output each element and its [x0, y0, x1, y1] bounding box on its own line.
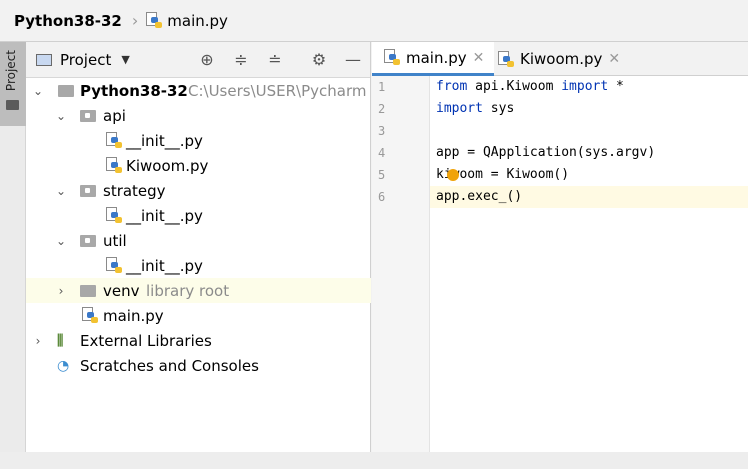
editor: main.py ✕ Kiwoom.py ✕ 1 2 3 4 5 6 from a… — [372, 42, 748, 469]
line-number: 5 — [378, 168, 386, 182]
project-view-icon — [36, 53, 52, 66]
bottom-tool-strip — [0, 452, 748, 469]
tree-item-label: External Libraries — [80, 331, 212, 350]
project-view-selector[interactable]: Project — [60, 51, 111, 69]
tree-item-label: main.py — [103, 306, 164, 325]
tree-item-strategy[interactable]: ⌄ strategy — [26, 178, 371, 203]
tree-item-label: venv — [103, 281, 140, 300]
package-icon — [80, 110, 96, 122]
line-number: 4 — [378, 146, 386, 160]
library-root-note: library root — [146, 281, 230, 300]
chevron-down-icon[interactable]: ⌄ — [32, 84, 44, 98]
breadcrumb-file[interactable]: main.py — [146, 12, 228, 30]
tool-window-strip: Project — [0, 42, 26, 469]
python-file-icon — [146, 12, 163, 29]
chevron-down-icon[interactable]: ⌄ — [55, 184, 67, 198]
code-line-4: app = QApplication(sys.argv) — [436, 145, 656, 160]
tree-item-api-kiwoom[interactable]: Kiwoom.py — [26, 153, 371, 178]
tree-item-label: strategy — [103, 181, 166, 200]
tree-item-venv[interactable]: › venv library root — [26, 278, 371, 303]
tree-item-root[interactable]: ⌄ Python38-32 C:\Users\USER\Pycharm — [26, 78, 371, 103]
project-tool-label: Project — [4, 50, 18, 92]
python-file-icon — [82, 307, 98, 324]
chevron-right-icon[interactable]: › — [32, 334, 44, 348]
folder-icon — [58, 85, 74, 97]
tree-item-api-init[interactable]: __init__.py — [26, 128, 371, 153]
code-line-1: from api.Kiwoom import * — [436, 76, 624, 98]
line-number: 1 — [378, 80, 386, 94]
breadcrumb-project[interactable]: Python38-32 — [14, 12, 122, 30]
code-line-2: import sys — [436, 98, 514, 120]
line-number-gutter: 1 2 3 4 5 6 — [372, 76, 430, 469]
tree-item-main[interactable]: main.py — [26, 303, 371, 328]
chevron-down-icon[interactable]: ⌄ — [55, 109, 67, 123]
python-file-icon — [106, 207, 122, 224]
chevron-right-icon: › — [131, 11, 139, 30]
keyword: import — [436, 101, 483, 116]
library-icon: ⫼ — [57, 332, 64, 349]
code-token: * — [608, 79, 624, 94]
gear-icon[interactable]: ⚙ — [309, 50, 329, 70]
tree-item-scratches[interactable]: ◔ Scratches and Consoles — [26, 353, 371, 378]
tree-item-label: Kiwoom.py — [126, 156, 209, 175]
keyword: from — [436, 79, 468, 94]
tab-kiwoom-py[interactable]: Kiwoom.py ✕ — [486, 42, 630, 76]
line-number: 6 — [378, 190, 386, 204]
package-icon — [80, 235, 96, 247]
tree-item-label: util — [103, 231, 127, 250]
line-number: 3 — [378, 124, 386, 138]
code-token: api.Kiwoom — [467, 79, 562, 94]
chevron-down-icon[interactable]: ▼ — [121, 53, 129, 66]
folder-icon — [80, 285, 96, 297]
project-panel: Project ▼ ⊕ ≑ ≐ ⚙ — ⌄ Python38-32 C:\Use… — [26, 42, 371, 469]
editor-tabs: main.py ✕ Kiwoom.py ✕ — [372, 42, 748, 76]
tab-main-py[interactable]: main.py ✕ — [372, 42, 495, 76]
tree-item-label: __init__.py — [126, 256, 203, 275]
close-icon[interactable]: ✕ — [608, 51, 620, 67]
scratches-icon: ◔ — [57, 357, 70, 374]
minimize-icon[interactable]: — — [343, 50, 363, 70]
project-toolbar: Project ▼ ⊕ ≑ ≐ ⚙ — — [26, 42, 370, 78]
python-file-icon — [106, 157, 122, 174]
chevron-down-icon[interactable]: ⌄ — [55, 234, 67, 248]
collapse-all-icon[interactable]: ≐ — [265, 50, 285, 70]
breadcrumb-file-label: main.py — [167, 11, 228, 30]
python-file-icon — [384, 49, 400, 66]
python-file-icon — [106, 257, 122, 274]
project-tool-tab[interactable]: Project — [0, 42, 26, 126]
tab-label: main.py — [406, 48, 467, 67]
tree-item-label: __init__.py — [126, 206, 203, 225]
tree-item-util-init[interactable]: __init__.py — [26, 253, 371, 278]
close-icon[interactable]: ✕ — [473, 50, 485, 66]
expand-all-icon[interactable]: ≑ — [231, 50, 251, 70]
tree-root-path: C:\Users\USER\Pycharm — [188, 81, 367, 100]
navigation-bar: Python38-32 › main.py — [0, 0, 748, 42]
tab-label: Kiwoom.py — [520, 50, 603, 68]
lightbulb-icon[interactable] — [447, 169, 459, 181]
folder-icon — [6, 100, 19, 110]
tree-item-label: api — [103, 106, 126, 125]
line-number: 2 — [378, 102, 386, 116]
tree-item-label: Scratches and Consoles — [80, 356, 259, 375]
locate-icon[interactable]: ⊕ — [197, 50, 217, 70]
python-file-icon — [106, 132, 122, 149]
tree-root-label: Python38-32 — [80, 81, 188, 100]
python-file-icon — [498, 50, 514, 68]
code-area[interactable]: from api.Kiwoom import * import sys app … — [430, 76, 748, 469]
tree-item-label: __init__.py — [126, 131, 203, 150]
code-token: sys — [482, 101, 515, 116]
tree-item-api[interactable]: ⌄ api — [26, 103, 371, 128]
tree-item-strategy-init[interactable]: __init__.py — [26, 203, 371, 228]
tree-item-util[interactable]: ⌄ util — [26, 228, 371, 253]
tree-item-external-libraries[interactable]: › ⫼ External Libraries — [26, 328, 371, 353]
chevron-right-icon[interactable]: › — [55, 284, 67, 298]
keyword: import — [561, 79, 609, 94]
package-icon — [80, 185, 96, 197]
code-line-6: app.exec_() — [436, 189, 523, 204]
